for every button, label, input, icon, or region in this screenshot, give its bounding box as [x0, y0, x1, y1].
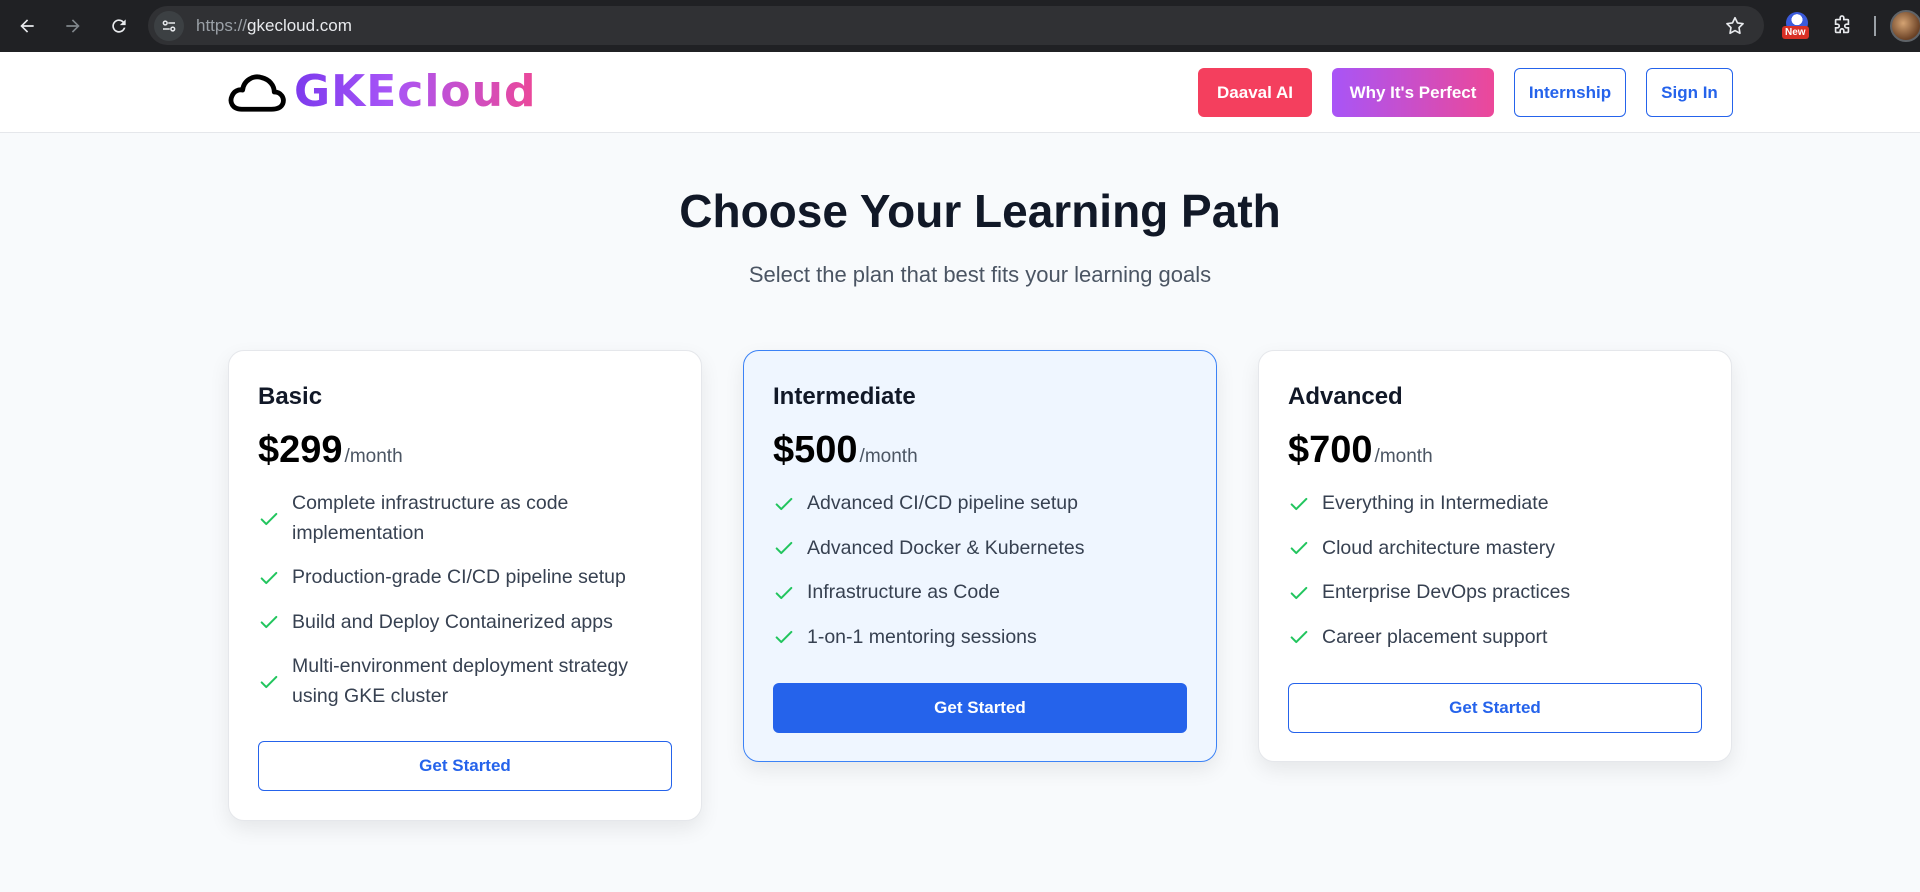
- page-subtitle: Select the plan that best fits your lear…: [748, 262, 1212, 287]
- extensions-puzzle-icon: [1834, 15, 1850, 34]
- feature-item: Advanced Docker & Kubernetes: [773, 534, 1193, 564]
- feature-item: Infrastructure as Code: [773, 578, 1193, 608]
- feature-list: Advanced CI/CD pipeline setup Advanced D…: [773, 489, 1193, 667]
- feature-text: Multi-environment deployment strategy us…: [292, 655, 628, 707]
- feature-item: Multi-environment deployment strategy us…: [258, 652, 678, 711]
- check-icon: [1290, 497, 1308, 510]
- price-period: /month: [344, 446, 403, 467]
- extension-badge: New: [1782, 26, 1809, 39]
- site-logo[interactable]: GKEcloud: [226, 67, 536, 117]
- url-text[interactable]: https://gkecloud.com: [196, 16, 352, 36]
- check-icon: [1290, 586, 1308, 599]
- cloud-logo-icon: [228, 74, 286, 112]
- feature-text: Build and Deploy Containerized apps: [292, 610, 613, 633]
- check-icon: [775, 586, 793, 599]
- feature-text: Infrastructure as Code: [807, 581, 1000, 603]
- extension-new[interactable]: New: [1782, 10, 1812, 42]
- address-bar[interactable]: https://gkecloud.com: [148, 6, 1764, 45]
- daaval-ai-button[interactable]: Daaval AI: [1198, 68, 1312, 117]
- plan-card-intermediate: Intermediate $500 /month Advanced CI/CD …: [743, 350, 1217, 762]
- feature-item: Enterprise DevOps practices: [1288, 578, 1708, 608]
- check-icon: [260, 512, 278, 525]
- check-icon: [260, 675, 278, 688]
- check-icon: [1290, 542, 1308, 555]
- logo-text: GKEcloud: [294, 66, 537, 117]
- feature-text: Complete infrastructure as code implemen…: [292, 492, 569, 544]
- get-started-button-advanced[interactable]: Get Started: [1288, 683, 1702, 733]
- profile-avatar[interactable]: [1890, 10, 1920, 42]
- feature-text: Everything in Intermediate: [1322, 492, 1549, 514]
- feature-item: Everything in Intermediate: [1288, 489, 1708, 519]
- check-icon: [775, 542, 793, 555]
- plan-name: Basic: [258, 383, 323, 410]
- page-title: Choose Your Learning Path: [679, 185, 1281, 237]
- feature-item: Advanced CI/CD pipeline setup: [773, 489, 1193, 519]
- plan-price: $700 /month: [1288, 429, 1433, 472]
- feature-item: Cloud architecture mastery: [1288, 534, 1708, 564]
- feature-text: Advanced CI/CD pipeline setup: [807, 492, 1078, 514]
- feature-text: Production-grade CI/CD pipeline setup: [292, 566, 626, 588]
- feature-text: Cloud architecture mastery: [1322, 536, 1556, 559]
- price-amount: $299: [258, 429, 343, 471]
- reload-button[interactable]: [96, 3, 142, 49]
- forward-arrow-icon: [66, 19, 80, 33]
- price-period: /month: [859, 446, 918, 467]
- back-button[interactable]: [4, 3, 50, 49]
- plan-price: $500 /month: [773, 429, 918, 472]
- plan-card-basic: Basic $299 /month Complete infrastructur…: [228, 350, 702, 821]
- feature-text: Career placement support: [1322, 625, 1548, 648]
- url-scheme: https://: [196, 15, 248, 35]
- feature-item: 1-on-1 mentoring sessions: [773, 623, 1193, 653]
- extensions-button[interactable]: [1828, 12, 1856, 40]
- forward-button[interactable]: [50, 3, 96, 49]
- price-amount: $700: [1288, 429, 1373, 471]
- feature-list: Complete infrastructure as code implemen…: [258, 489, 678, 726]
- feature-list: Everything in Intermediate Cloud archite…: [1288, 489, 1708, 667]
- feature-text: Enterprise DevOps practices: [1322, 581, 1571, 603]
- feature-item: Build and Deploy Containerized apps: [258, 608, 678, 638]
- feature-text: 1-on-1 mentoring sessions: [807, 625, 1037, 648]
- toolbar-divider: [1874, 16, 1876, 36]
- browser-toolbar: https://gkecloud.com New: [0, 0, 1920, 52]
- url-host: gkecloud.com: [247, 15, 352, 35]
- plan-name: Intermediate: [773, 383, 916, 410]
- feature-item: Complete infrastructure as code implemen…: [258, 489, 678, 548]
- internship-button[interactable]: Internship: [1514, 68, 1626, 117]
- get-started-button-intermediate[interactable]: Get Started: [773, 683, 1187, 733]
- check-icon: [775, 631, 793, 644]
- back-arrow-icon: [20, 19, 34, 33]
- get-started-button-basic[interactable]: Get Started: [258, 741, 672, 791]
- sign-in-button[interactable]: Sign In: [1646, 68, 1733, 117]
- price-period: /month: [1374, 446, 1433, 467]
- why-its-perfect-button[interactable]: Why It's Perfect: [1332, 68, 1494, 117]
- price-amount: $500: [773, 429, 858, 471]
- feature-item: Career placement support: [1288, 623, 1708, 653]
- check-icon: [260, 571, 278, 584]
- feature-item: Production-grade CI/CD pipeline setup: [258, 563, 678, 593]
- check-icon: [1290, 631, 1308, 644]
- plan-card-advanced: Advanced $700 /month Everything in Inter…: [1258, 350, 1732, 762]
- check-icon: [775, 497, 793, 510]
- plan-price: $299 /month: [258, 429, 403, 472]
- site-header: GKEcloud Daaval AI Why It's Perfect Inte…: [0, 52, 1920, 133]
- bookmark-star-icon[interactable]: [1724, 15, 1746, 37]
- site-settings-icon[interactable]: [154, 10, 184, 41]
- feature-text: Advanced Docker & Kubernetes: [807, 536, 1085, 559]
- reload-icon: [112, 19, 126, 33]
- check-icon: [260, 616, 278, 629]
- plan-name: Advanced: [1288, 383, 1403, 410]
